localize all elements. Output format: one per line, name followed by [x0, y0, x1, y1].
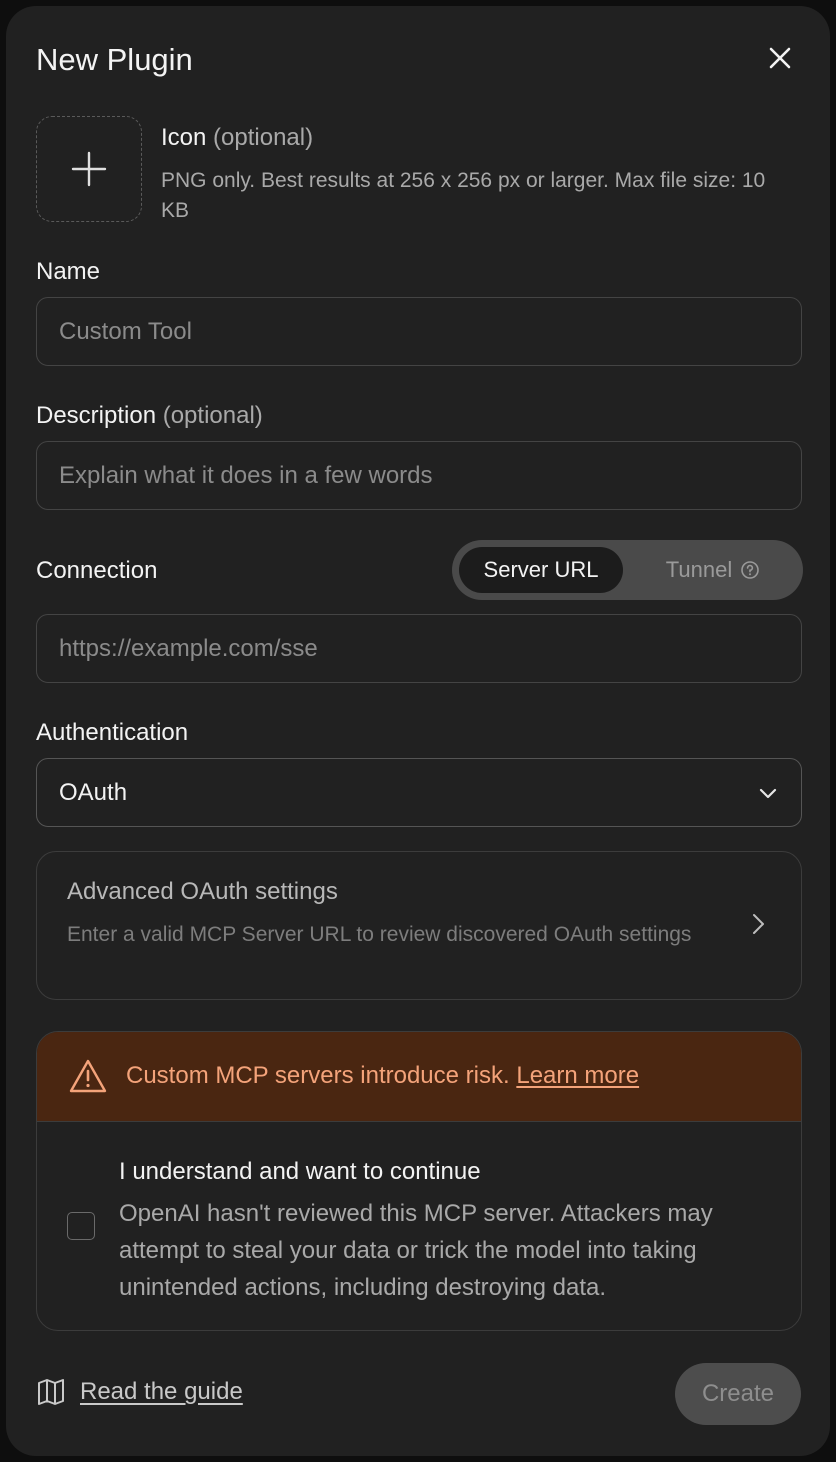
help-circle-icon	[741, 561, 760, 579]
icon-optional-text: (optional)	[213, 124, 314, 151]
risk-warning-message: Custom MCP servers introduce risk.	[126, 1062, 510, 1089]
create-button[interactable]: Create	[675, 1363, 801, 1425]
warning-triangle-icon	[68, 1058, 108, 1094]
risk-panel: Custom MCP servers introduce risk. Learn…	[36, 1031, 802, 1331]
description-label-text: Description	[36, 402, 157, 429]
dialog-title: New Plugin	[36, 42, 193, 77]
risk-warning-banner: Custom MCP servers introduce risk. Learn…	[37, 1032, 801, 1122]
icon-upload-button[interactable]	[36, 116, 142, 222]
advanced-oauth-description: Enter a valid MCP Server URL to review d…	[67, 923, 692, 946]
new-plugin-dialog: New Plugin Icon (optional) PNG only. Bes…	[6, 6, 830, 1456]
tunnel-tab-label: Tunnel	[665, 557, 733, 582]
chevron-down-icon	[757, 782, 779, 804]
risk-warning-text: Custom MCP servers introduce risk. Learn…	[126, 1062, 639, 1090]
icon-help-text: PNG only. Best results at 256 x 256 px o…	[161, 169, 766, 222]
name-label: Name	[36, 258, 101, 285]
read-guide-label: Read the guide	[80, 1378, 243, 1405]
description-input[interactable]	[36, 441, 802, 510]
server-url-tab[interactable]: Server URL	[459, 547, 623, 593]
chevron-right-icon	[747, 912, 769, 936]
acknowledge-checkbox[interactable]	[67, 1212, 95, 1240]
book-icon	[38, 1379, 64, 1405]
description-optional-text: (optional)	[162, 402, 263, 429]
name-input[interactable]	[36, 297, 802, 366]
authentication-select[interactable]: OAuth	[36, 758, 802, 827]
authentication-label: Authentication	[36, 719, 189, 746]
icon-label-text: Icon	[161, 124, 207, 151]
advanced-oauth-settings[interactable]: Advanced OAuth settings Enter a valid MC…	[36, 851, 802, 1000]
tunnel-tab[interactable]: Tunnel	[630, 547, 796, 593]
connection-toggle: Server URL Tunnel	[452, 540, 803, 600]
advanced-oauth-title: Advanced OAuth settings	[67, 878, 338, 905]
read-guide-link[interactable]: Read the guide	[36, 1378, 243, 1406]
acknowledge-title: I understand and want to continue	[119, 1158, 481, 1185]
close-button[interactable]	[762, 40, 798, 76]
acknowledge-description: OpenAI hasn't reviewed this MCP server. …	[119, 1200, 713, 1301]
learn-more-link[interactable]: Learn more	[516, 1062, 639, 1089]
plus-icon	[71, 151, 107, 187]
connection-label: Connection	[36, 557, 158, 584]
description-label: Description (optional)	[36, 402, 263, 430]
close-icon	[769, 47, 791, 69]
icon-label: Icon (optional)	[161, 124, 313, 152]
authentication-selected-value: OAuth	[59, 778, 128, 806]
server-url-input[interactable]	[36, 614, 802, 683]
